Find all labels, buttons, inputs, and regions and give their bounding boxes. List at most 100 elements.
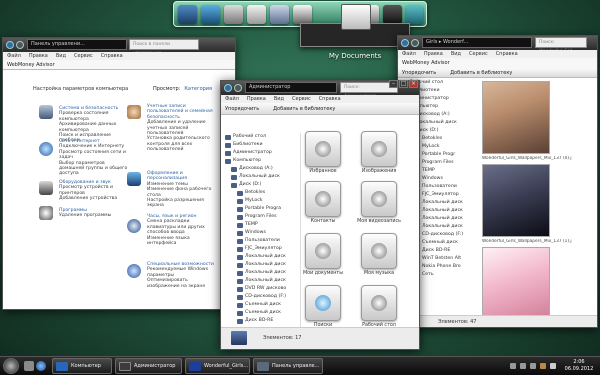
thumbnail-image[interactable] xyxy=(482,164,550,237)
tree-item[interactable]: Диск (D:) xyxy=(221,181,300,189)
taskbar-button-administrator[interactable]: Администратор xyxy=(115,358,182,374)
tree-item[interactable]: Portable Progra xyxy=(221,205,300,213)
tree-item[interactable]: Библиотеки xyxy=(221,141,300,149)
tree-item[interactable]: Дисковод (A:) xyxy=(221,165,300,173)
search-input[interactable]: Поиск: Wonderful_Girl... xyxy=(535,37,587,54)
tree-item[interactable]: Рабочий стол xyxy=(221,133,300,141)
dock-active-item[interactable]: My Documents xyxy=(300,4,410,60)
menu-tools[interactable]: Сервис xyxy=(74,52,93,60)
tree-item[interactable]: Съемный диск xyxy=(221,301,300,309)
music-icon[interactable] xyxy=(383,5,402,24)
category-clock[interactable]: Часы, язык и регион Смена раскладки клав… xyxy=(147,214,217,246)
address-bar[interactable]: Girls ▸ Wonderf... xyxy=(422,37,532,48)
minimize-icon[interactable]: – xyxy=(389,80,398,88)
maximize-icon[interactable]: □ xyxy=(399,80,408,88)
folder-label[interactable]: Мои документы xyxy=(298,271,348,276)
favorites-folder-icon[interactable] xyxy=(305,131,341,167)
menu-edit[interactable]: Правка xyxy=(29,52,48,60)
forward-icon[interactable] xyxy=(411,39,419,47)
tree-item[interactable]: Компьютер xyxy=(221,157,300,165)
menu-help[interactable]: Справка xyxy=(496,50,518,58)
organize-button[interactable]: Упорядочить xyxy=(402,68,436,77)
media-player-icon[interactable] xyxy=(24,361,34,371)
menu-file[interactable]: Файл xyxy=(225,95,239,103)
organize-button[interactable]: Упорядочить xyxy=(225,103,259,114)
tree-item[interactable]: Windows xyxy=(221,229,300,237)
searches-folder-icon[interactable] xyxy=(305,285,341,321)
network-icon[interactable] xyxy=(520,363,526,369)
search-input[interactable]: Поиск в панели управления xyxy=(129,39,199,56)
menu-help[interactable]: Справка xyxy=(101,52,123,60)
webmoney-advisor-button[interactable]: WebMoney Advisor xyxy=(402,58,450,68)
music-folder-icon[interactable] xyxy=(361,233,397,269)
taskbar-button-computer[interactable]: Компьютер xyxy=(52,358,112,374)
tree-item[interactable]: Администратор xyxy=(221,149,300,157)
back-icon[interactable] xyxy=(401,39,409,47)
menu-view[interactable]: Вид xyxy=(56,52,66,60)
database-icon[interactable] xyxy=(406,5,423,24)
thumbnail-label[interactable]: Wonderful_Girls_Wallpapers_Mix_137 (0).j… xyxy=(482,156,572,161)
category-appearance[interactable]: Оформление и персонализация Изменение те… xyxy=(147,171,217,209)
tree-item[interactable]: Локальный диск xyxy=(221,277,300,285)
back-icon[interactable] xyxy=(224,84,232,92)
tree-item[interactable]: MyLock xyxy=(221,197,300,205)
taskbar-clock[interactable]: 2:06 06.09.2012 xyxy=(564,359,594,373)
tree-item[interactable]: Betokles xyxy=(221,189,300,197)
add-to-library-button[interactable]: Добавить в библиотеку xyxy=(450,68,512,77)
forward-icon[interactable] xyxy=(234,84,242,92)
editor-icon[interactable] xyxy=(293,5,312,24)
tree-item[interactable]: Program Files xyxy=(221,213,300,221)
menu-file[interactable]: Файл xyxy=(7,52,21,60)
gamepad-icon[interactable] xyxy=(247,5,266,24)
browser-icon[interactable] xyxy=(36,361,46,371)
back-icon[interactable] xyxy=(6,41,14,49)
menu-tools[interactable]: Сервис xyxy=(292,95,311,103)
tree-item[interactable]: FJC_Эмиулятор xyxy=(221,245,300,253)
pictures-folder-icon[interactable] xyxy=(361,131,397,167)
tree-item[interactable]: DVD RW дисково xyxy=(221,285,300,293)
forward-icon[interactable] xyxy=(16,41,24,49)
category-programs[interactable]: Программы Удаление программы xyxy=(59,208,129,219)
volume-icon[interactable] xyxy=(530,363,536,369)
menu-view[interactable]: Вид xyxy=(274,95,284,103)
taskbar-button-wonderful-girls[interactable]: Wonderful_Girls... xyxy=(185,358,250,374)
tree-item[interactable]: TEMP xyxy=(221,221,300,229)
add-to-library-button[interactable]: Добавить в библиотеку xyxy=(273,103,335,114)
menu-edit[interactable]: Правка xyxy=(424,50,443,58)
tree-item[interactable]: CD-дисковод (F:) xyxy=(221,293,300,301)
computer-icon[interactable] xyxy=(178,5,197,24)
desktop-folder-icon[interactable] xyxy=(361,285,397,321)
category-hardware[interactable]: Оборудование и звук Просмотр устройств и… xyxy=(59,180,129,202)
category-accessibility[interactable]: Специальные возможности Рекомендуемые Wi… xyxy=(147,262,217,289)
address-bar[interactable]: Администратор xyxy=(245,82,337,93)
tree-item[interactable]: Локальный диск xyxy=(221,261,300,269)
videos-folder-icon[interactable] xyxy=(361,181,397,217)
menu-view[interactable]: Вид xyxy=(451,50,461,58)
tree-item[interactable]: Локальный диск xyxy=(221,253,300,261)
thumbnail-image[interactable] xyxy=(482,247,550,320)
category-accounts[interactable]: Учетные записи пользователей и семейная … xyxy=(147,104,217,153)
folder-label[interactable]: Контакты xyxy=(298,219,348,224)
close-icon[interactable]: × xyxy=(409,80,418,88)
menu-file[interactable]: Файл xyxy=(402,50,416,58)
tree-item[interactable]: Локальный диск xyxy=(221,269,300,277)
view-value[interactable]: Категория xyxy=(184,86,212,92)
arrow-up-icon[interactable] xyxy=(550,363,556,369)
webmoney-advisor-button[interactable]: WebMoney Advisor xyxy=(7,60,55,69)
flag-icon[interactable] xyxy=(540,363,546,369)
menu-edit[interactable]: Правка xyxy=(247,95,266,103)
folder-label[interactable]: Моя музыка xyxy=(354,271,404,276)
thumbnail-label[interactable]: Wonderful_Girls_Wallpapers_Mix_137 (1).j… xyxy=(482,239,572,244)
monitor-icon[interactable] xyxy=(201,5,220,24)
start-button[interactable] xyxy=(3,358,19,374)
menu-tools[interactable]: Сервис xyxy=(469,50,488,58)
video-icon[interactable] xyxy=(270,5,289,24)
tools-icon[interactable] xyxy=(224,5,243,24)
menu-help[interactable]: Справка xyxy=(319,95,341,103)
tree-item[interactable]: Локальный диск xyxy=(221,173,300,181)
folder-label[interactable]: Избранное xyxy=(298,169,348,174)
tree-item[interactable]: Съемный диск xyxy=(221,309,300,317)
category-network[interactable]: Сеть и Интернет Подключение к Интернету … xyxy=(59,139,129,177)
folder-label[interactable]: Изображения xyxy=(354,169,404,174)
thumbnail-image[interactable] xyxy=(482,81,550,154)
